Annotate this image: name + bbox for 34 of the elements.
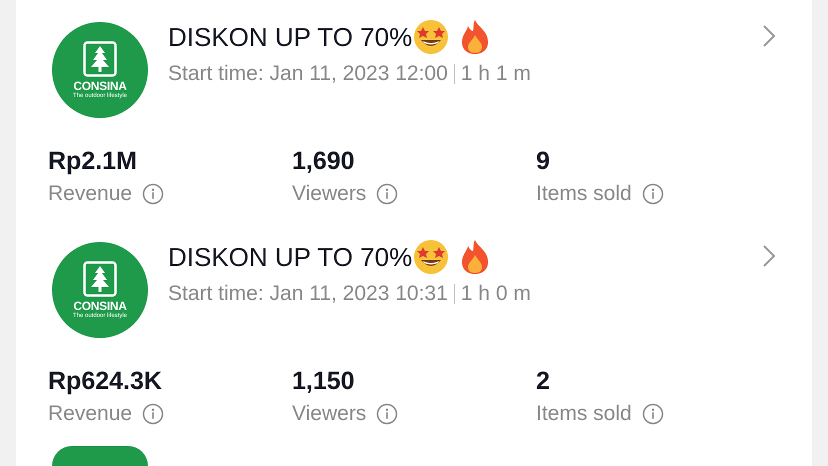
duration: 1 h 0 m — [460, 281, 531, 307]
info-icon[interactable] — [642, 403, 664, 425]
info-icon[interactable] — [142, 183, 164, 205]
chevron-right-icon[interactable] — [762, 244, 776, 268]
stat-value: 2 — [536, 366, 551, 397]
info-icon[interactable] — [376, 403, 398, 425]
stat-value: 1,690 — [292, 146, 356, 177]
info-icon[interactable] — [376, 183, 398, 205]
stat-value: Rp624.3K — [48, 366, 163, 397]
info-icon[interactable] — [142, 403, 164, 425]
brand-name: CONSINA — [73, 80, 127, 92]
start-time: Start time: Jan 11, 2023 12:00 — [168, 61, 448, 87]
stat-label: Viewers — [292, 181, 366, 207]
stat-label: Items sold — [536, 401, 632, 427]
session-title: DISKON UP TO 70% — [168, 21, 412, 54]
stat-label: Items sold — [536, 181, 632, 207]
star-eyes-face-icon — [412, 18, 450, 56]
stat-label: Revenue — [48, 181, 132, 207]
tree-icon — [83, 260, 117, 296]
stat-label: Viewers — [292, 401, 366, 427]
chevron-right-icon[interactable] — [762, 24, 776, 48]
start-time: Start time: Jan 11, 2023 10:31 — [168, 281, 448, 307]
stat-label: Revenue — [48, 401, 132, 427]
fire-icon — [460, 19, 490, 55]
stat-value: 1,150 — [292, 366, 356, 397]
tree-icon — [83, 40, 117, 76]
duration: 1 h 1 m — [460, 61, 531, 87]
brand-name: CONSINA — [73, 300, 127, 312]
info-icon[interactable] — [642, 183, 664, 205]
stat-value: 9 — [536, 146, 551, 177]
session-title: DISKON UP TO 70% — [168, 241, 412, 274]
star-eyes-face-icon — [412, 238, 450, 276]
fire-icon — [460, 239, 490, 275]
stat-value: Rp2.1M — [48, 146, 138, 177]
